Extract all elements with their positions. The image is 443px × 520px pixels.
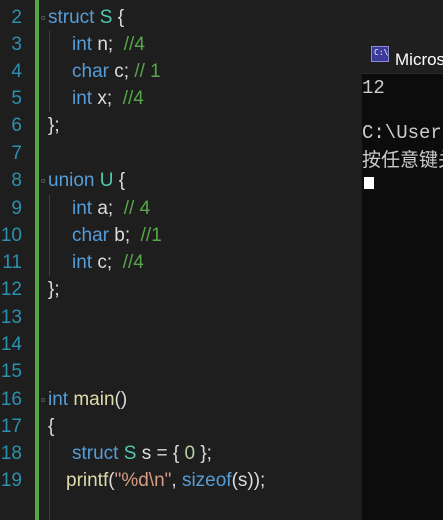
- code-line[interactable]: union U {: [48, 167, 125, 194]
- line-number: 19: [0, 470, 22, 491]
- indent-guide: [49, 31, 50, 112]
- line-number: 15: [0, 361, 22, 382]
- line-number: 9: [11, 198, 22, 219]
- code-line[interactable]: {: [48, 413, 54, 440]
- line-number: 12: [0, 279, 22, 300]
- line-number: 5: [11, 88, 22, 109]
- code-line[interactable]: int c; //4: [72, 249, 144, 276]
- code-line[interactable]: int main(): [48, 386, 127, 413]
- line-number: 16: [0, 389, 22, 410]
- line-number: 4: [11, 61, 22, 82]
- code-line[interactable]: int x; //4: [72, 85, 144, 112]
- debug-console-window[interactable]: C:\ Microsoft Visual Studio 调试控制台 12 C:\…: [362, 37, 443, 520]
- line-number: 3: [11, 34, 22, 55]
- console-title-bar[interactable]: C:\ Microsoft Visual Studio 调试控制台: [362, 37, 443, 74]
- line-number: 2: [11, 7, 22, 28]
- indent-guide: [49, 440, 50, 520]
- code-line[interactable]: char c; // 1: [72, 58, 161, 85]
- line-number: 11: [2, 252, 22, 273]
- indent-guide: [49, 195, 50, 276]
- console-title: Microsoft Visual Studio 调试控制台: [395, 50, 443, 69]
- change-indicator-bar: [35, 0, 39, 520]
- code-line[interactable]: };: [48, 276, 60, 303]
- code-line[interactable]: };: [48, 112, 60, 139]
- line-number: 6: [11, 115, 22, 136]
- code-line[interactable]: int a; // 4: [72, 195, 150, 222]
- collapse-icon[interactable]: ▫: [41, 386, 46, 413]
- console-output-line: 按任意键关闭此窗口: [362, 149, 443, 171]
- line-number: 8: [11, 170, 22, 191]
- collapse-icon[interactable]: ▫: [41, 4, 46, 31]
- line-number: 10: [0, 225, 22, 246]
- line-number: 13: [0, 307, 22, 328]
- line-number: 17: [0, 416, 22, 437]
- text-cursor: [364, 177, 374, 189]
- console-output-line: C:\Users: [362, 122, 443, 144]
- code-line[interactable]: struct S {: [48, 4, 124, 31]
- line-number: 14: [0, 334, 22, 355]
- code-line[interactable]: printf("%d\n", sizeof(s));: [66, 467, 265, 494]
- line-number: 7: [11, 143, 22, 164]
- code-line[interactable]: char b; //1: [72, 222, 162, 249]
- code-line[interactable]: int n; //4: [72, 31, 145, 58]
- console-app-icon: C:\: [371, 46, 389, 62]
- line-number: 18: [0, 443, 22, 464]
- collapse-icon[interactable]: ▫: [41, 167, 46, 194]
- console-output-line: 12: [362, 77, 385, 99]
- code-line[interactable]: struct S s = { 0 };: [72, 440, 212, 467]
